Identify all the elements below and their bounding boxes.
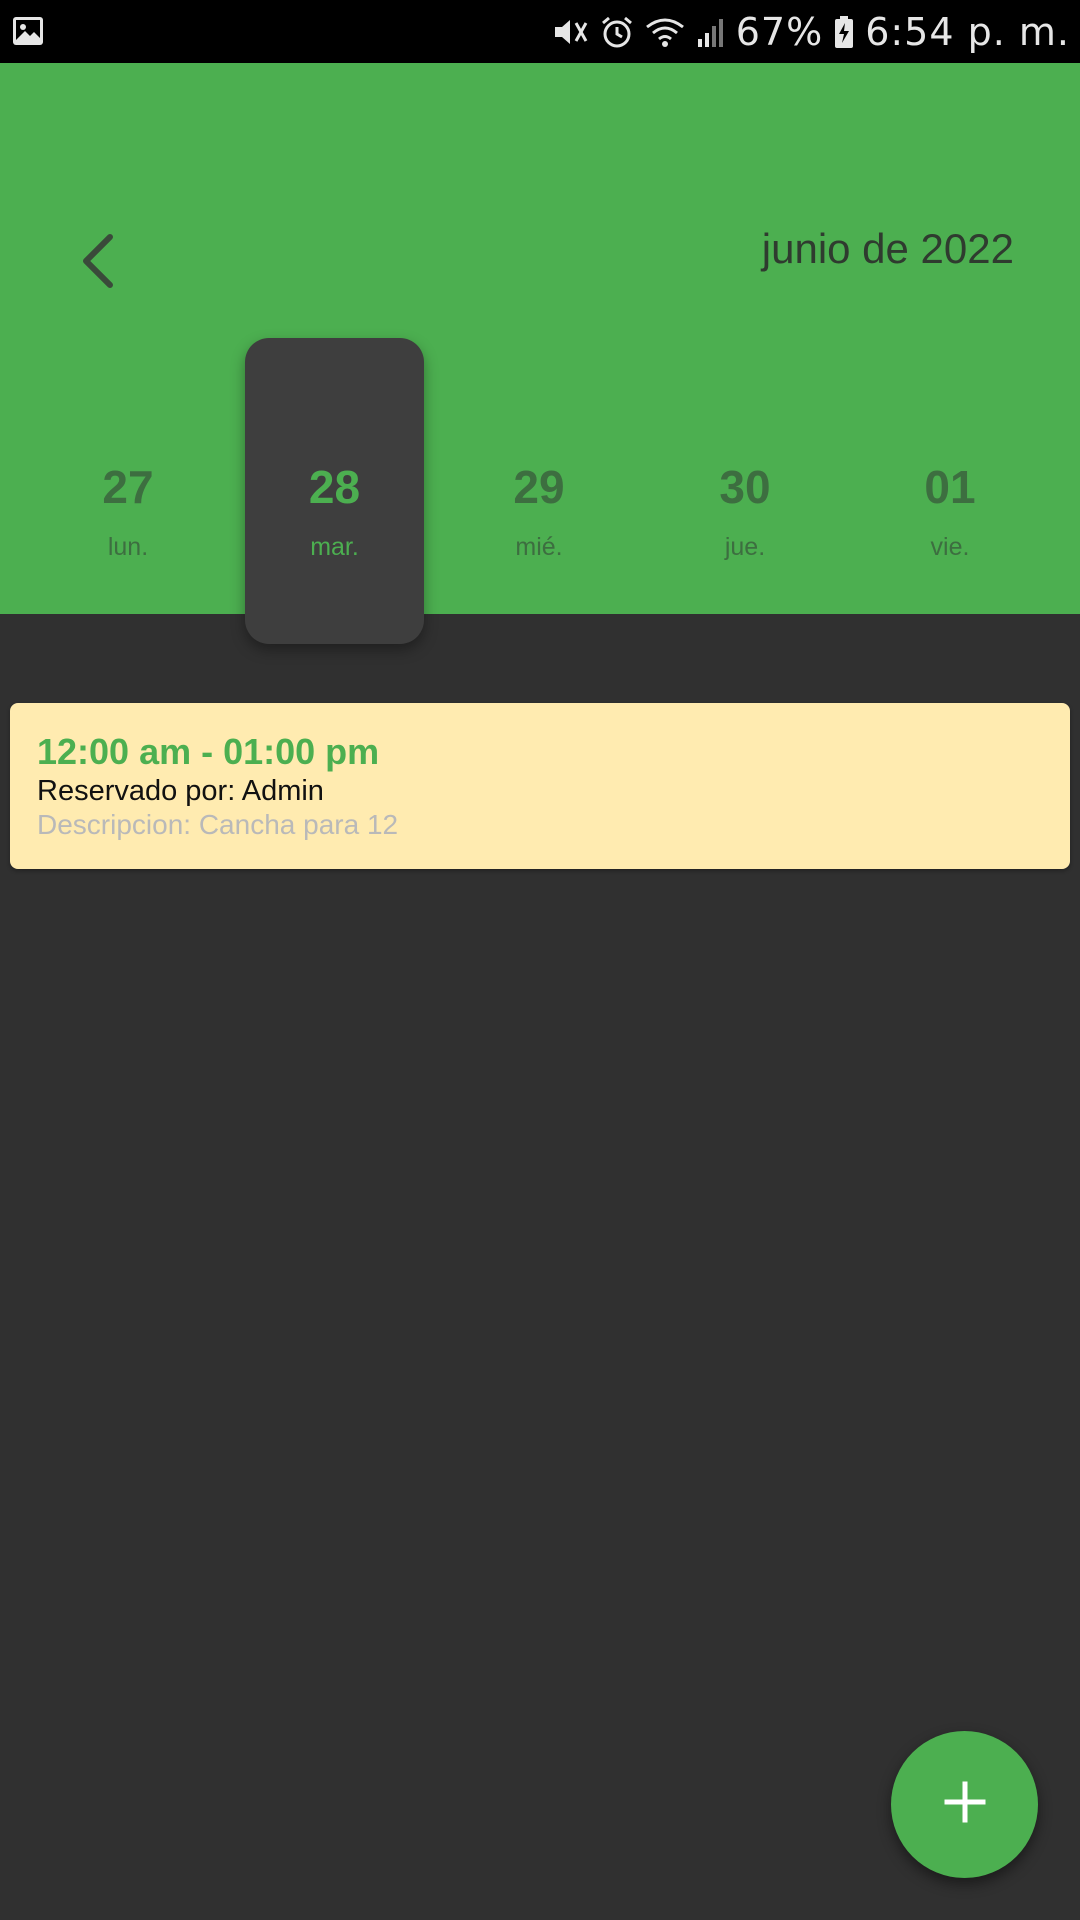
- day-number: 01: [924, 461, 976, 513]
- day-item[interactable]: 29 mié.: [450, 338, 628, 561]
- day-weekday: mar.: [310, 533, 359, 561]
- event-time: 12:00 am - 01:00 pm: [37, 731, 380, 772]
- day-item[interactable]: 27 lun.: [39, 338, 217, 561]
- event-owner: Reservado por: Admin: [37, 775, 324, 807]
- add-reservation-button[interactable]: [891, 1731, 1038, 1878]
- plus-icon: [943, 1780, 987, 1829]
- gallery-icon: [12, 16, 44, 46]
- battery-charging-icon: [833, 15, 855, 49]
- day-weekday: mié.: [515, 533, 563, 561]
- previous-week-button[interactable]: [70, 223, 126, 303]
- day-number: 27: [102, 461, 154, 513]
- day-item[interactable]: 30 jue.: [656, 338, 834, 561]
- status-bar: 67% 6:54 p. m.: [0, 0, 1080, 63]
- day-weekday: vie.: [930, 533, 970, 561]
- day-weekday: lun.: [107, 533, 149, 561]
- day-number: 28: [308, 461, 361, 513]
- day-number: 30: [719, 461, 771, 513]
- day-item[interactable]: 01 vie.: [861, 338, 1039, 561]
- day-item-selected[interactable]: 28 mar.: [245, 338, 424, 561]
- event-card[interactable]: 12:00 am - 01:00 pm Reservado por: Admin…: [10, 703, 1070, 869]
- day-weekday: jue.: [724, 533, 766, 561]
- signal-icon: [696, 15, 726, 49]
- chevron-left-icon: [78, 231, 118, 296]
- event-description: Descripcion: Cancha para 12: [37, 809, 399, 840]
- mute-icon: [552, 15, 590, 49]
- month-title: junio de 2022: [761, 225, 1014, 272]
- alarm-icon: [600, 15, 634, 49]
- day-number: 29: [513, 461, 565, 513]
- battery-percent: 67%: [735, 9, 824, 54]
- wifi-icon: [644, 15, 686, 49]
- clock: 6:54 p. m.: [865, 9, 1070, 54]
